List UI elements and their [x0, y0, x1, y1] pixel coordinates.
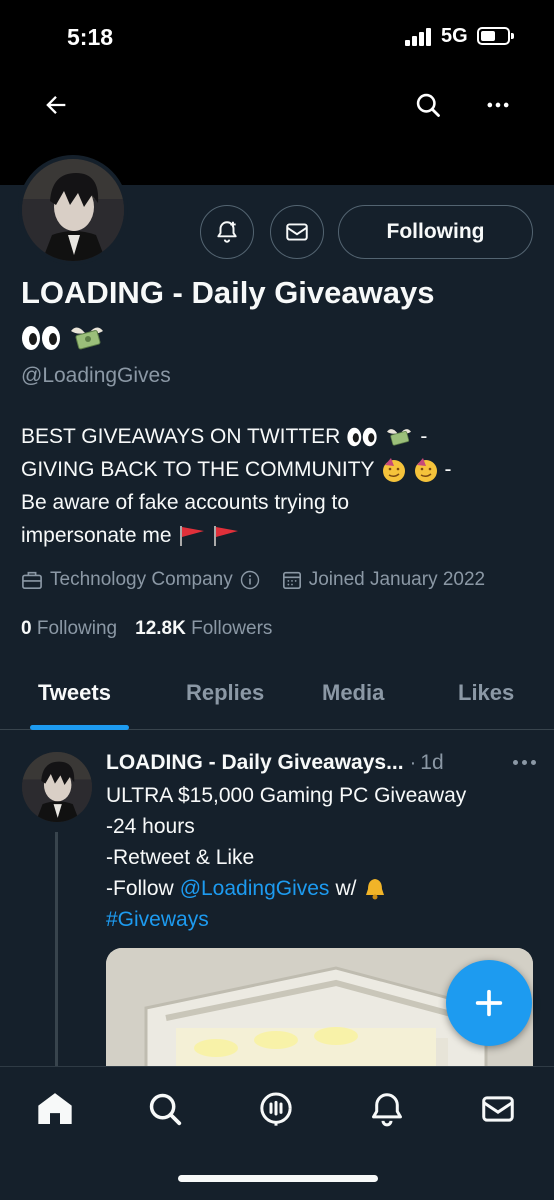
bio-line-3: Be aware of fake accounts trying to	[21, 491, 350, 514]
profile-joined: Joined January 2022	[308, 569, 486, 590]
following-count-link[interactable]: 0 Following	[21, 618, 117, 640]
calendar-icon	[282, 571, 301, 589]
followers-label: Followers	[191, 618, 273, 639]
following-button[interactable]: Following	[338, 205, 533, 259]
status-time: 5:18	[67, 24, 114, 50]
search-icon[interactable]	[408, 85, 448, 125]
eyes-emoji	[347, 427, 377, 446]
notify-button[interactable]	[200, 205, 254, 259]
battery-icon	[477, 27, 514, 45]
profile-tabs: Tweets Replies Media Likes	[0, 662, 554, 730]
tweet-author-name[interactable]: LOADING - Daily Giveaways...	[106, 751, 404, 775]
red-flag-emoji	[179, 525, 204, 546]
profile-avatar[interactable]	[18, 155, 128, 265]
bell-plus-icon	[217, 221, 237, 243]
spaces-icon[interactable]	[254, 1087, 298, 1131]
bio-dash-1: -	[420, 425, 428, 448]
profile-bio: BEST GIVEAWAYS ON TWITTER - GIVING BACK …	[21, 420, 536, 552]
network-label: 5G	[441, 25, 468, 47]
messages-icon[interactable]	[476, 1087, 520, 1131]
tweet-line-3: -Retweet & Like	[106, 846, 255, 869]
info-icon[interactable]	[240, 570, 260, 590]
tab-media[interactable]: Media	[322, 680, 384, 706]
envelope-icon	[286, 223, 308, 241]
eyes-emoji	[22, 326, 60, 350]
follow-counts: 0 Following 12.8K Followers	[21, 618, 272, 640]
tweet-separator: ·	[409, 751, 417, 774]
plus-icon	[475, 989, 503, 1017]
bio-line-4: impersonate me	[21, 524, 172, 547]
tweet-author-avatar[interactable]	[22, 752, 92, 822]
partying-face-emoji	[382, 457, 405, 482]
tweet-timestamp: 1d	[420, 751, 444, 774]
compose-tweet-button[interactable]	[446, 960, 532, 1046]
tweet-hashtag-link[interactable]: #Giveways	[106, 904, 209, 935]
bell-emoji	[366, 878, 385, 899]
profile-meta: Technology Company Joined January 2022	[21, 566, 507, 594]
briefcase-icon	[22, 571, 42, 589]
name-emojis	[21, 318, 107, 358]
partying-face-emoji	[414, 457, 437, 482]
profile-display-name: LOADING - Daily Giveaways	[21, 275, 435, 310]
money-with-wings-emoji	[71, 327, 103, 350]
tweet-header: LOADING - Daily Giveaways... · 1d	[106, 748, 536, 778]
home-indicator	[178, 1175, 378, 1182]
tweet-line-4-prefix: -Follow	[106, 877, 174, 900]
following-count: 0	[21, 618, 32, 639]
home-icon[interactable]	[33, 1087, 77, 1131]
tab-likes[interactable]: Likes	[458, 680, 514, 706]
arrow-left-icon[interactable]	[36, 85, 76, 125]
money-with-wings-emoji	[387, 428, 412, 446]
active-tab-indicator	[30, 725, 129, 730]
tab-tweets[interactable]: Tweets	[38, 680, 111, 706]
profile-category: Technology Company	[50, 569, 233, 590]
tweet-more-icon[interactable]	[513, 760, 536, 765]
following-label: Following	[36, 618, 118, 639]
profile-handle: @LoadingGives	[21, 364, 171, 387]
signal-icon	[405, 28, 435, 46]
bio-line-1: BEST GIVEAWAYS ON TWITTER	[21, 425, 341, 448]
message-button[interactable]	[270, 205, 324, 259]
bio-line-2: GIVING BACK TO THE COMMUNITY	[21, 458, 375, 481]
bio-dash-2: -	[444, 458, 452, 481]
tab-replies[interactable]: Replies	[186, 680, 264, 706]
red-flag-emoji	[213, 525, 238, 546]
followers-count: 12.8K	[135, 618, 186, 639]
followers-count-link[interactable]: 12.8K Followers	[135, 618, 272, 640]
tweet-mention-link[interactable]: @LoadingGives	[180, 873, 330, 904]
status-bar: 5:18 5G	[0, 0, 554, 75]
tweet-text: ULTRA $15,000 Gaming PC Giveaway -24 hou…	[106, 780, 536, 935]
search-icon[interactable]	[143, 1087, 187, 1131]
tweet-line-1: ULTRA $15,000 Gaming PC Giveaway	[106, 784, 467, 807]
thread-line	[55, 832, 58, 1067]
notifications-icon[interactable]	[365, 1087, 409, 1131]
more-horizontal-icon[interactable]	[478, 85, 518, 125]
tweet-line-4-suffix: w/	[335, 877, 357, 900]
tweet-line-2: -24 hours	[106, 815, 195, 838]
